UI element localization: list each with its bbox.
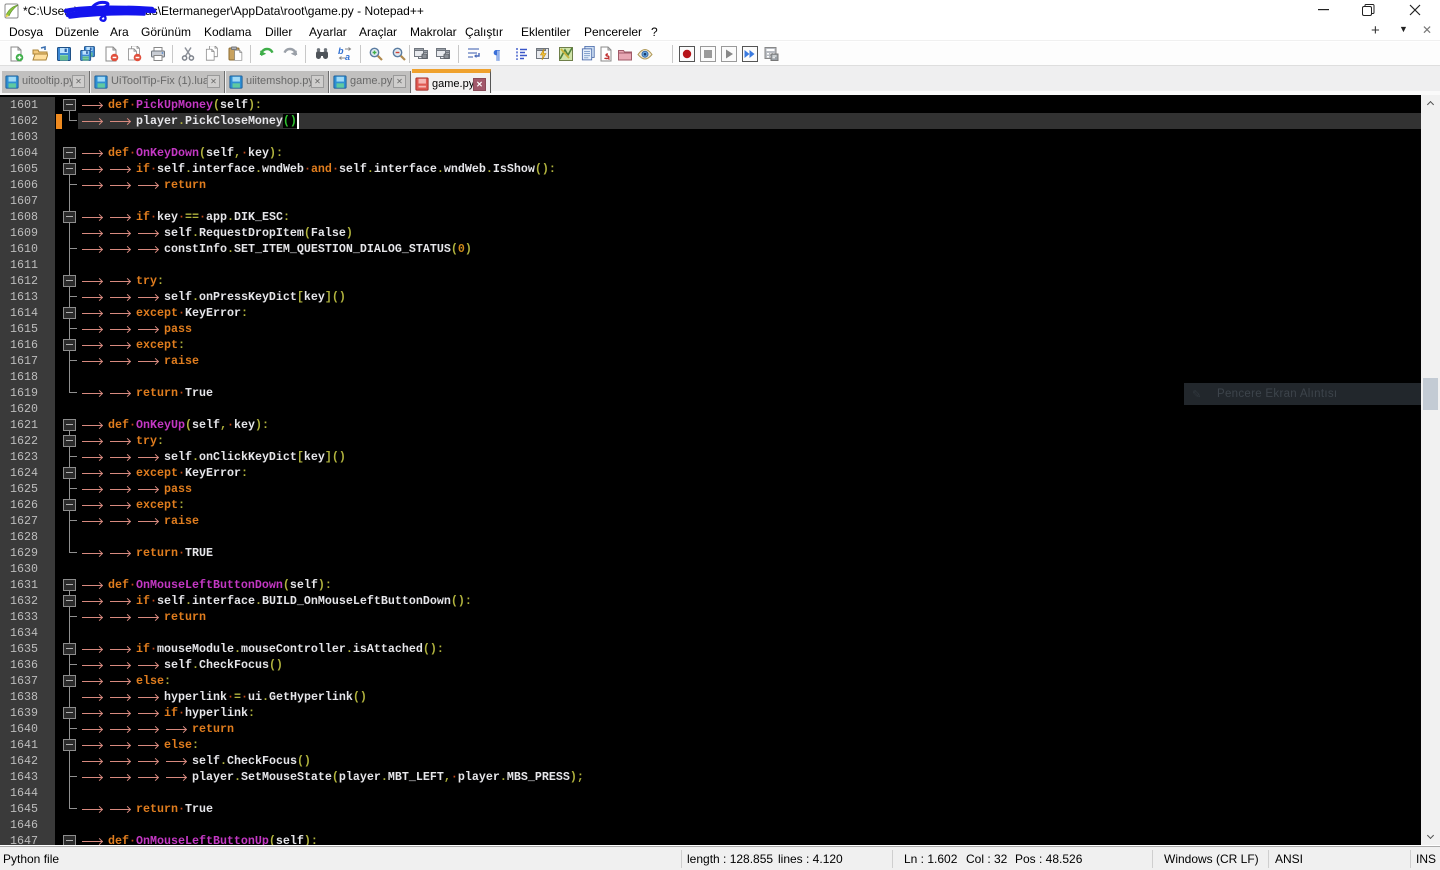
svg-text:b: b: [338, 46, 344, 56]
svg-text:¶: ¶: [493, 48, 501, 62]
svg-text:a: a: [345, 52, 350, 62]
